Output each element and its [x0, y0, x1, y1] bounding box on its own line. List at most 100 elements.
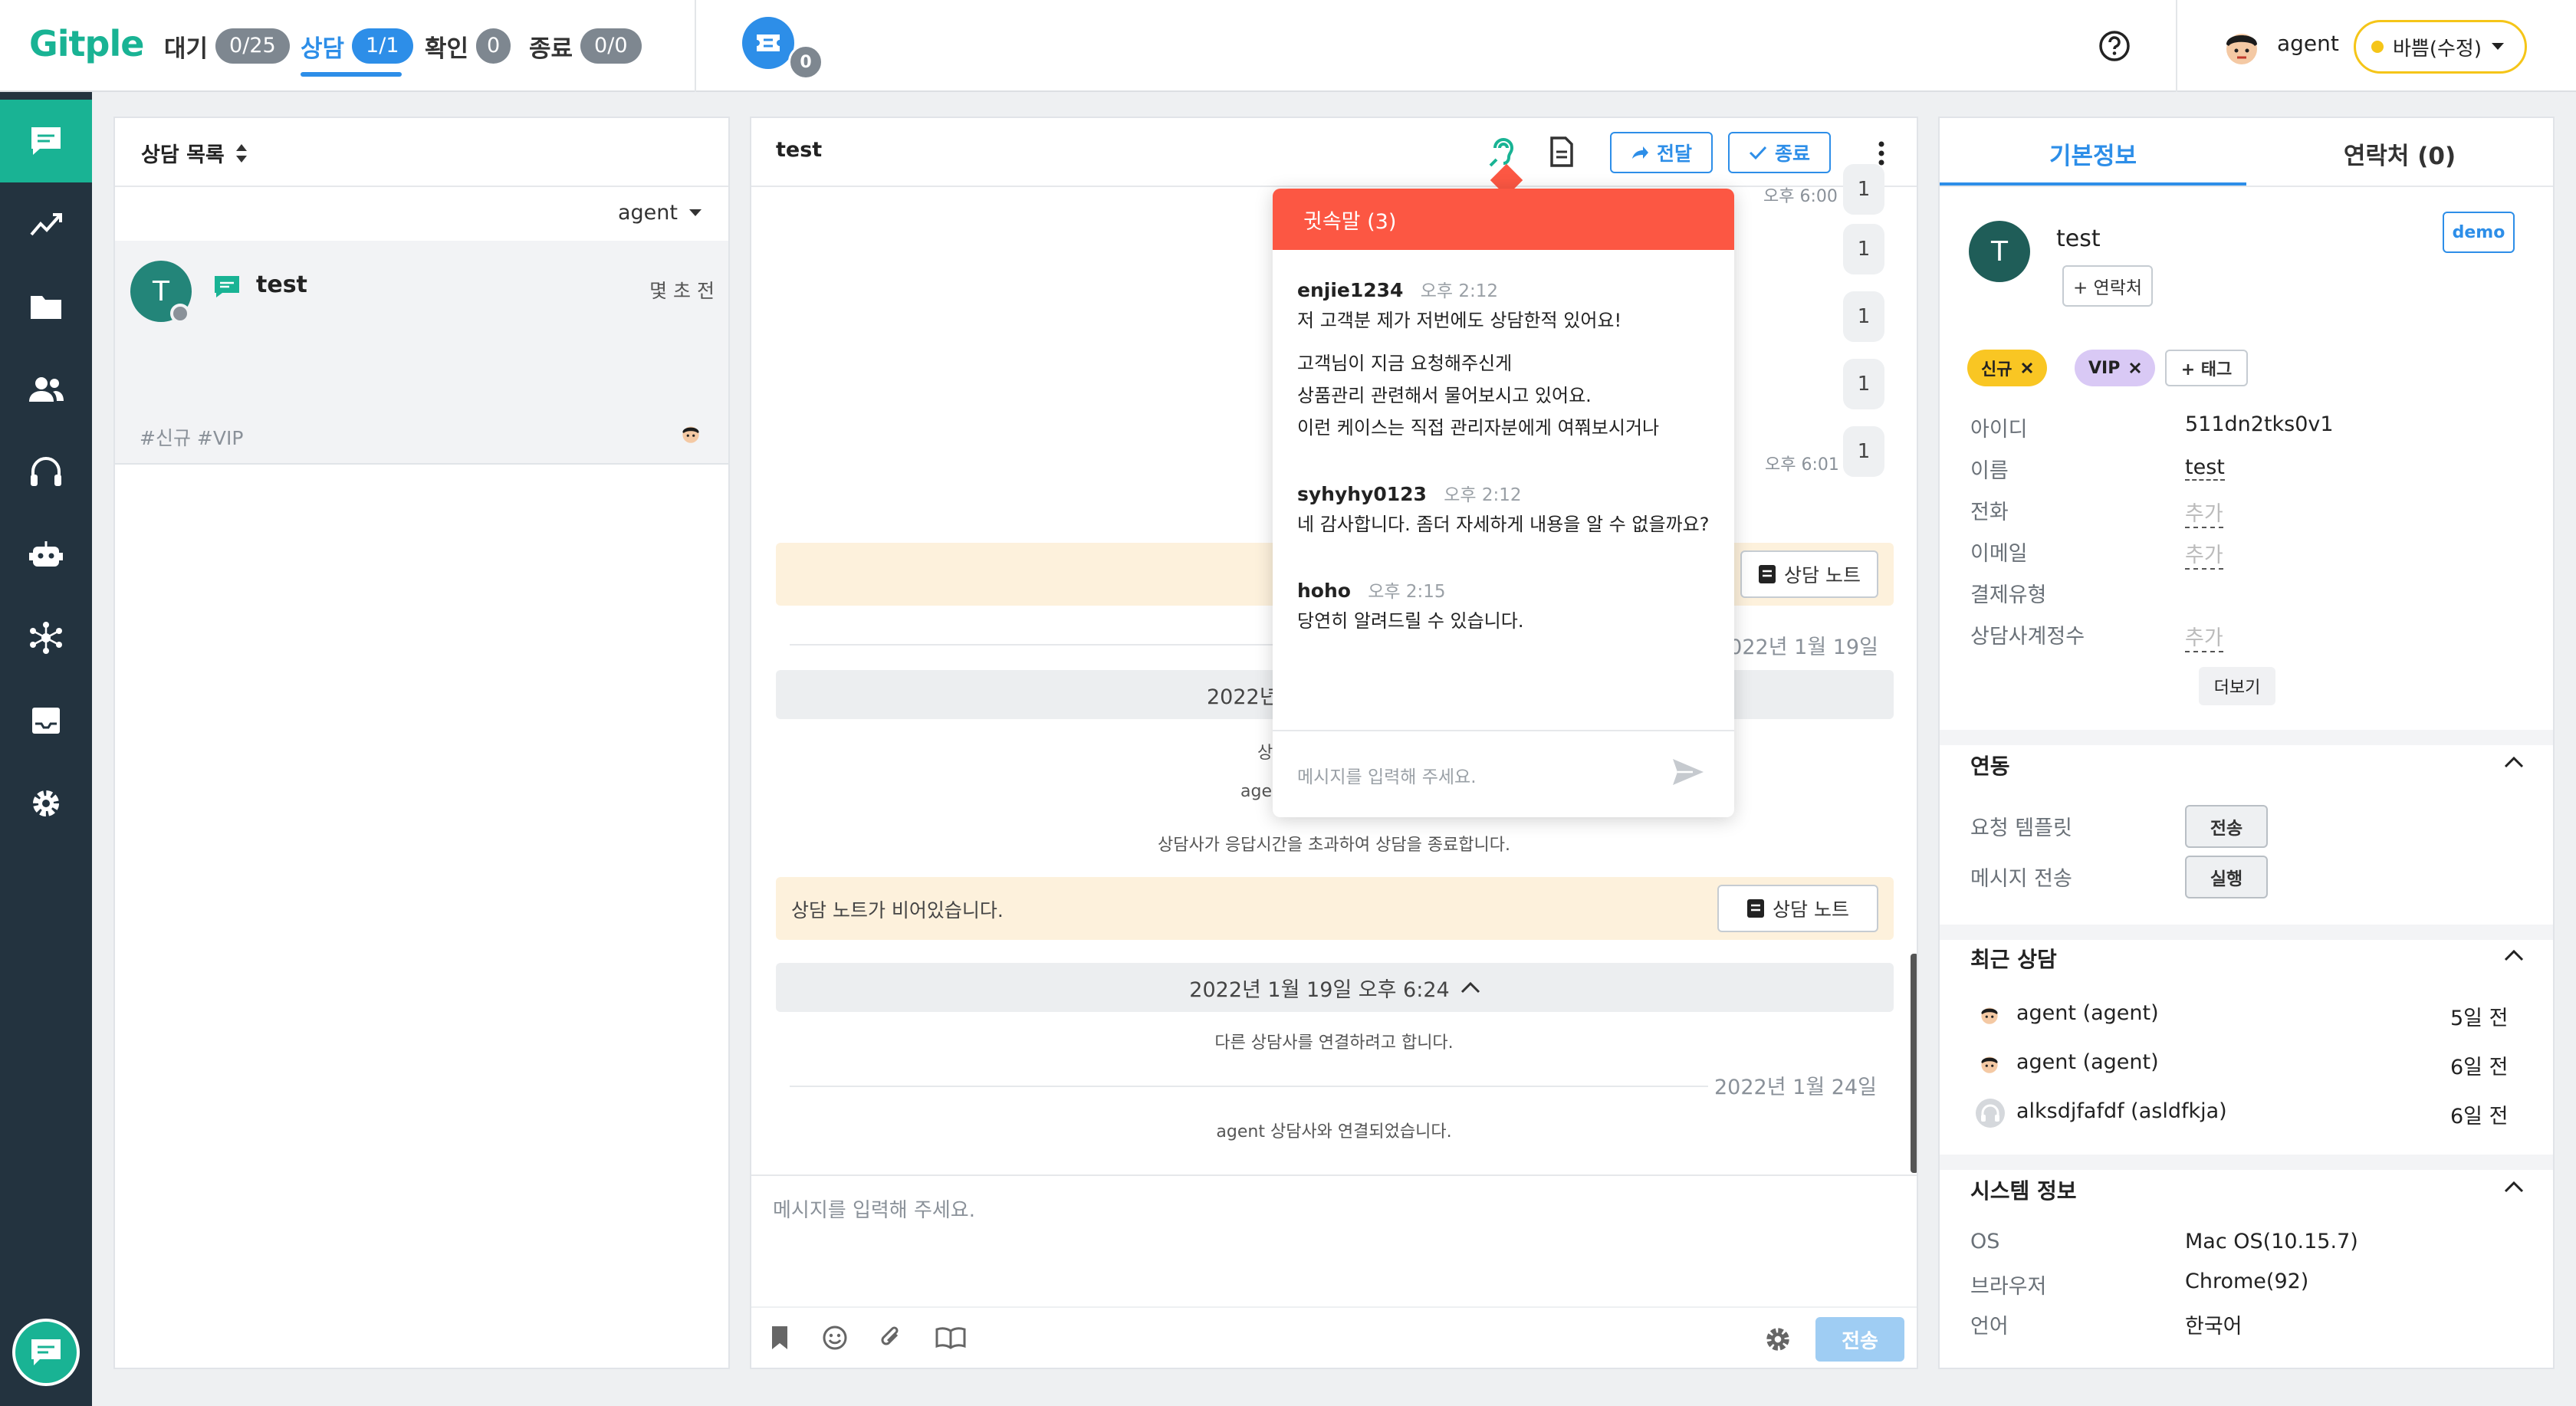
field-label: 결제유형	[1970, 583, 2047, 607]
messenger-launcher[interactable]	[12, 1319, 80, 1386]
scrollbar-thumb[interactable]	[1911, 954, 1917, 1173]
attachment-icon[interactable]	[879, 1323, 903, 1351]
more-button[interactable]: 더보기	[2199, 667, 2275, 705]
agent-avatar-icon	[682, 426, 699, 443]
divider	[695, 0, 696, 92]
ticket-button[interactable]: 0	[742, 17, 825, 80]
emoji-icon[interactable]	[822, 1325, 848, 1351]
whisper-text: 상품관리 관련해서 물어보시고 있어요.	[1297, 385, 1592, 406]
recent-consult-agent[interactable]: alksdjfafdf (asldfkja)	[2016, 1099, 2227, 1123]
status-dropdown[interactable]: 바쁨(수정)	[2354, 20, 2527, 74]
integration-label: 메시지 전송	[1970, 867, 2072, 891]
divider	[115, 186, 728, 187]
chevron-up-icon[interactable]	[2504, 1181, 2524, 1193]
tab-contacts[interactable]: 연락처 (0)	[2246, 136, 2553, 171]
tab-consulting[interactable]: 상담 1/1	[301, 26, 413, 66]
tab-waiting[interactable]: 대기 0/25	[164, 26, 290, 66]
sidebar-item-inbox[interactable]	[0, 679, 92, 762]
system-value: Mac OS(10.15.7)	[2185, 1230, 2358, 1253]
help-circle-icon[interactable]	[2098, 29, 2131, 63]
whisper-input[interactable]: 메시지를 입력해 주세요.	[1297, 762, 1477, 788]
left-sidebar	[0, 92, 92, 1406]
chevron-up-icon[interactable]	[2504, 756, 2524, 768]
tab-count: 0/25	[215, 28, 290, 64]
sidebar-item-bot[interactable]	[0, 514, 92, 596]
field-label: 전화	[1970, 501, 2009, 524]
sidebar-item-files[interactable]	[0, 265, 92, 348]
demo-badge[interactable]: demo	[2443, 212, 2515, 253]
close-icon[interactable]	[2129, 362, 2141, 374]
recent-consult-agent[interactable]: agent (agent)	[2016, 1001, 2159, 1025]
whisper-time: 오후 2:12	[1420, 281, 1498, 301]
whisper-text: 당연히 알려드릴 수 있습니다.	[1297, 610, 1524, 632]
more-vertical-icon[interactable]	[1877, 138, 1886, 169]
add-tag-button[interactable]: + 태그	[2165, 350, 2248, 386]
sidebar-item-settings[interactable]	[0, 762, 92, 845]
close-icon[interactable]	[2021, 362, 2033, 374]
whisper-text: 네 감사합니다. 좀더 자세하게 내용을 알 수 없을까요?	[1297, 514, 1710, 535]
document-icon[interactable]	[1549, 136, 1575, 167]
avatar[interactable]	[2217, 21, 2266, 71]
recent-consult-agent[interactable]: agent (agent)	[2016, 1050, 2159, 1074]
forward-button[interactable]: 전달	[1610, 132, 1713, 173]
tab-basic-info[interactable]: 기본정보	[1940, 136, 2246, 171]
field-value: 511dn2tks0v1	[2185, 412, 2334, 436]
headset-icon	[31, 457, 61, 486]
tab-check[interactable]: 확인 0	[425, 26, 511, 66]
whisper-message: syhyhy0123 오후 2:12	[1297, 480, 1522, 506]
sidebar-item-analytics[interactable]	[0, 182, 92, 265]
gear-icon[interactable]	[1763, 1325, 1792, 1354]
tag-chip[interactable]: 신규	[1967, 350, 2048, 386]
field-add[interactable]: 추가	[2185, 621, 2223, 652]
divider	[751, 1174, 1917, 1176]
send-button[interactable]: 전송	[1815, 1317, 1904, 1362]
message-input[interactable]: 메시지를 입력해 주세요.	[773, 1194, 975, 1223]
date-separator: 2022년 1월 19일	[1716, 636, 1878, 659]
template-send-button[interactable]: 전송	[2185, 805, 2268, 848]
tag-chip[interactable]: VIP	[2075, 350, 2156, 386]
inbox-icon	[32, 708, 60, 734]
consult-note-button[interactable]: 상담 노트	[1740, 550, 1878, 598]
agent-filter-dropdown[interactable]: agent	[618, 201, 702, 225]
bookmark-icon[interactable]	[770, 1325, 790, 1351]
end-label: 종료	[1774, 143, 1810, 165]
whisper-user: syhyhy0123	[1297, 483, 1427, 505]
tab-label: 종료	[529, 34, 573, 63]
consult-note-button[interactable]: 상담 노트	[1717, 885, 1878, 932]
divider	[751, 1306, 1917, 1308]
sidebar-item-customers[interactable]	[0, 348, 92, 431]
add-contact-button[interactable]: + 연락처	[2062, 265, 2153, 307]
chevron-up-icon[interactable]	[2504, 949, 2524, 961]
folder-icon	[31, 296, 61, 319]
system-value: 한국어	[2185, 1315, 2242, 1339]
chat-channel-icon	[215, 276, 239, 297]
field-label: 아이디	[1970, 418, 2028, 442]
field-add[interactable]: 추가	[2185, 538, 2223, 570]
list-header[interactable]: 상담 목록	[141, 138, 248, 168]
chat-icon	[31, 1339, 61, 1365]
field-add[interactable]: 추가	[2185, 497, 2223, 528]
send-icon[interactable]	[1671, 757, 1705, 787]
integration-label: 요청 템플릿	[1970, 816, 2072, 840]
unread-count: 1	[1843, 426, 1884, 477]
list-item[interactable]: T test 몇 초 전 #신규 #VIP	[115, 241, 728, 465]
share-arrow-icon	[1631, 146, 1648, 159]
sidebar-item-chat[interactable]	[0, 100, 92, 182]
sidebar-item-support[interactable]	[0, 431, 92, 514]
sidebar-item-integrations[interactable]	[0, 596, 92, 679]
whisper-icon[interactable]	[1489, 135, 1518, 167]
message-run-button[interactable]: 실행	[2185, 856, 2268, 898]
field-label: 이메일	[1970, 542, 2028, 566]
recent-consult-time: 5일 전	[2450, 1007, 2509, 1030]
note-icon	[1747, 899, 1765, 918]
agent-avatar-icon	[1981, 1056, 1998, 1073]
field-value[interactable]: test	[2185, 455, 2225, 481]
section-title: 최근 상담	[1970, 947, 2057, 972]
tab-ended[interactable]: 종료 0/0	[529, 26, 642, 66]
end-chat-button[interactable]: 종료	[1728, 132, 1831, 173]
date-bar[interactable]: 2022년 1월 19일 오후 6:24	[776, 963, 1894, 1012]
app-logo[interactable]: Gitple	[29, 23, 144, 64]
whisper-user: hoho	[1297, 580, 1351, 602]
book-icon[interactable]	[935, 1326, 966, 1349]
settings-icon	[33, 790, 59, 816]
